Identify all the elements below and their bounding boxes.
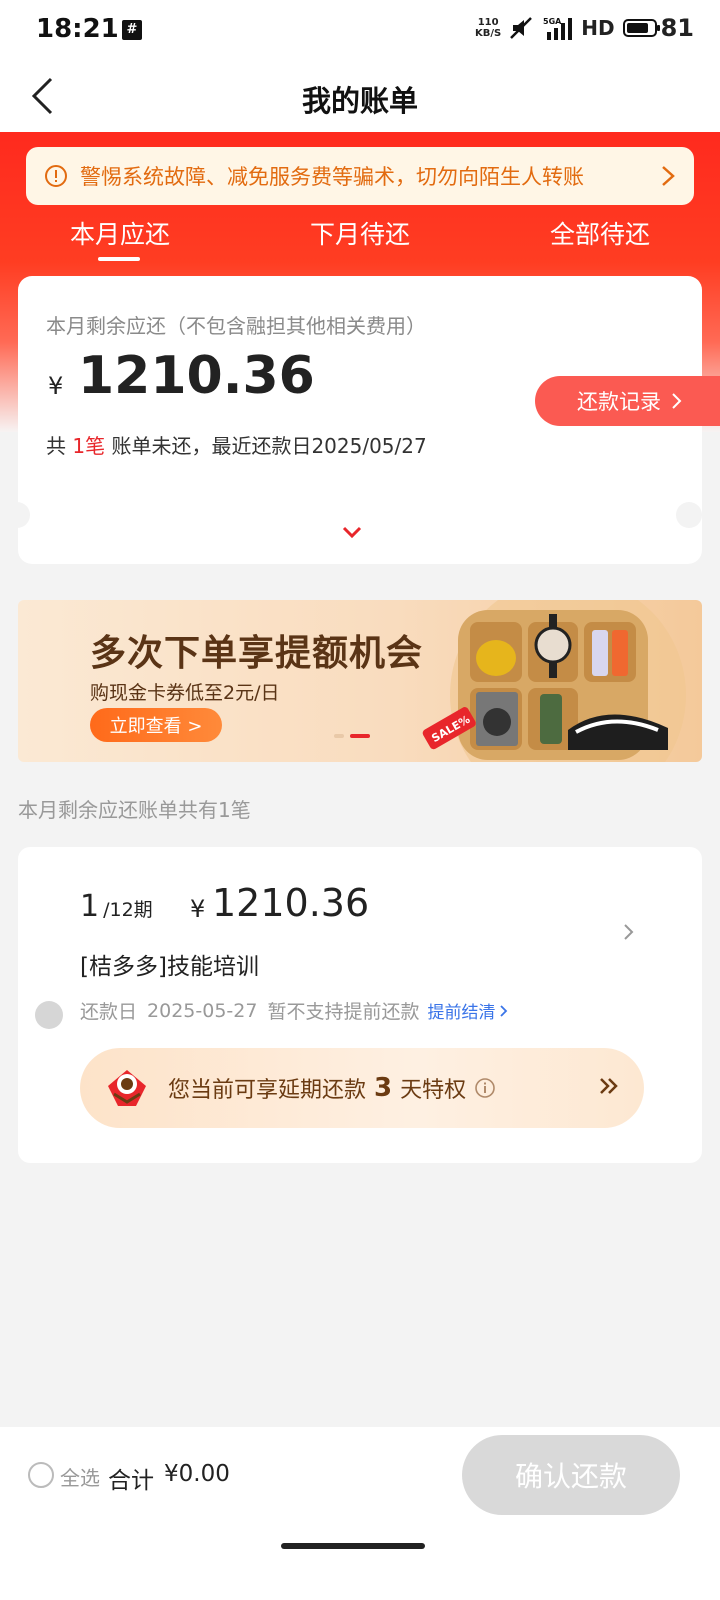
deferral-privilege-text: 您当前可享延期还款 3 天特权 bbox=[168, 1072, 496, 1104]
card-notch-right bbox=[676, 502, 702, 528]
bottom-action-bar: 全选 合计 ¥0.00 确认还款 bbox=[0, 1427, 720, 1600]
bill-name: [桔多多]技能培训 bbox=[80, 954, 259, 980]
tab-next-month[interactable]: 下月待还 bbox=[260, 215, 460, 251]
confirm-repay-button[interactable]: 确认还款 bbox=[462, 1435, 680, 1515]
summary-info-prefix: 共 bbox=[46, 434, 73, 458]
active-tab-indicator bbox=[98, 257, 140, 261]
select-all-radio[interactable] bbox=[28, 1462, 54, 1488]
signal-icon: 5GA bbox=[543, 16, 573, 40]
summary-bill-count: 1笔 bbox=[72, 434, 106, 458]
network-speed-value: 110 bbox=[477, 17, 499, 28]
bill-card: 1 /12期 ¥ 1210.36 [桔多多]技能培训 还款日 2025-05-2… bbox=[18, 847, 702, 1163]
installment-total: /12期 bbox=[103, 899, 153, 921]
promo-title: 多次下单享提额机会 bbox=[90, 633, 424, 674]
battery-fill bbox=[626, 23, 648, 33]
summary-info-suffix: 账单未还，最近还款日2025/05/27 bbox=[105, 434, 427, 458]
carousel-dots bbox=[334, 734, 370, 738]
bill-amount: 1210.36 bbox=[212, 881, 370, 925]
promo-cta-button[interactable]: 立即查看 > bbox=[90, 708, 222, 742]
nav-bar: 我的账单 bbox=[0, 60, 720, 132]
info-icon[interactable] bbox=[474, 1077, 496, 1099]
summary-currency: ¥ bbox=[48, 372, 64, 400]
mute-icon bbox=[509, 16, 535, 40]
due-info: 还款日 2025-05-27 暂不支持提前还款 提前结清 bbox=[80, 997, 509, 1024]
card-notch-left bbox=[4, 502, 30, 528]
installment-current: 1 bbox=[80, 889, 100, 924]
crown-badge-icon bbox=[108, 1070, 146, 1106]
bill-select-radio[interactable] bbox=[35, 1001, 63, 1029]
battery-icon: 81 bbox=[622, 14, 694, 42]
alert-circle-icon bbox=[45, 165, 67, 187]
page-title: 我的账单 bbox=[301, 84, 418, 118]
network-type-label: 5GA bbox=[543, 17, 562, 26]
battery-shape bbox=[622, 19, 660, 37]
carousel-dot-active bbox=[350, 734, 370, 738]
network-speed: 110 KB/S bbox=[475, 17, 501, 39]
fraud-warning-text: 警惕系统故障、减免服务费等骗术，切勿向陌生人转账 bbox=[80, 165, 584, 189]
carousel-dot bbox=[334, 734, 344, 738]
battery-level: 81 bbox=[660, 14, 694, 42]
deferral-days: 3 bbox=[374, 1073, 393, 1103]
installment-info: 1 /12期 bbox=[80, 889, 153, 924]
status-icons: 110 KB/S 5GA HD 81 bbox=[475, 14, 694, 42]
promo-subtitle: 购现金卡券低至2元/日 bbox=[90, 682, 280, 704]
hash-badge-icon: # bbox=[122, 20, 142, 40]
total-label: 合计 bbox=[108, 1468, 154, 1494]
home-indicator[interactable] bbox=[281, 1543, 425, 1549]
summary-info: 共 1笔 账单未还，最近还款日2025/05/27 bbox=[46, 430, 427, 459]
deferral-suffix: 天特权 bbox=[400, 1078, 467, 1103]
chevron-right-icon bbox=[662, 166, 675, 186]
due-label: 还款日 bbox=[80, 1001, 138, 1023]
fraud-warning-banner[interactable]: 警惕系统故障、减免服务费等骗术，切勿向陌生人转账 bbox=[26, 147, 694, 205]
tab-bar: 本月应还 下月待还 全部待还 bbox=[0, 205, 720, 261]
tab-this-month[interactable]: 本月应还 bbox=[20, 215, 220, 251]
chevron-right-icon bbox=[500, 1004, 508, 1017]
repay-record-label: 还款记录 bbox=[577, 390, 661, 414]
select-all-label[interactable]: 全选 bbox=[60, 1462, 100, 1491]
deferral-privilege-banner[interactable]: 您当前可享延期还款 3 天特权 bbox=[80, 1048, 644, 1128]
expand-chevron-down-icon[interactable] bbox=[340, 524, 364, 544]
summary-caption: 本月剩余应还（不包含融担其他相关费用） bbox=[46, 314, 426, 338]
hd-label: HD bbox=[581, 16, 615, 40]
tab-all-pending[interactable]: 全部待还 bbox=[500, 215, 700, 251]
bill-currency: ¥ bbox=[190, 895, 206, 923]
total-amount: ¥0.00 bbox=[164, 1461, 230, 1487]
status-bar: 18:21 # 110 KB/S 5GA HD 81 bbox=[0, 0, 720, 60]
repay-record-button[interactable]: 还款记录 bbox=[535, 376, 720, 426]
early-settle-link[interactable]: 提前结清 bbox=[427, 998, 509, 1023]
summary-amount: 1210.36 bbox=[78, 346, 315, 406]
early-repay-note: 暂不支持提前还款 bbox=[267, 1001, 420, 1023]
promo-banner[interactable]: 多次下单享提额机会 购现金卡券低至2元/日 立即查看 > SALE% bbox=[18, 600, 702, 762]
chevron-right-icon bbox=[672, 393, 682, 409]
network-speed-unit: KB/S bbox=[475, 28, 502, 39]
promo-products-illustration: SALE% bbox=[422, 600, 686, 762]
bill-count-note: 本月剩余应还账单共有1笔 bbox=[18, 798, 251, 822]
chevron-right-icon bbox=[624, 924, 634, 940]
deferral-prefix: 您当前可享延期还款 bbox=[168, 1078, 367, 1103]
bill-item[interactable]: 1 /12期 ¥ 1210.36 [桔多多]技能培训 还款日 2025-05-2… bbox=[18, 847, 702, 1047]
early-settle-label: 提前结清 bbox=[427, 1003, 496, 1023]
double-chevron-right-icon bbox=[600, 1078, 618, 1094]
due-date: 2025-05-27 bbox=[147, 999, 258, 1022]
status-time: 18:21 bbox=[36, 14, 119, 44]
